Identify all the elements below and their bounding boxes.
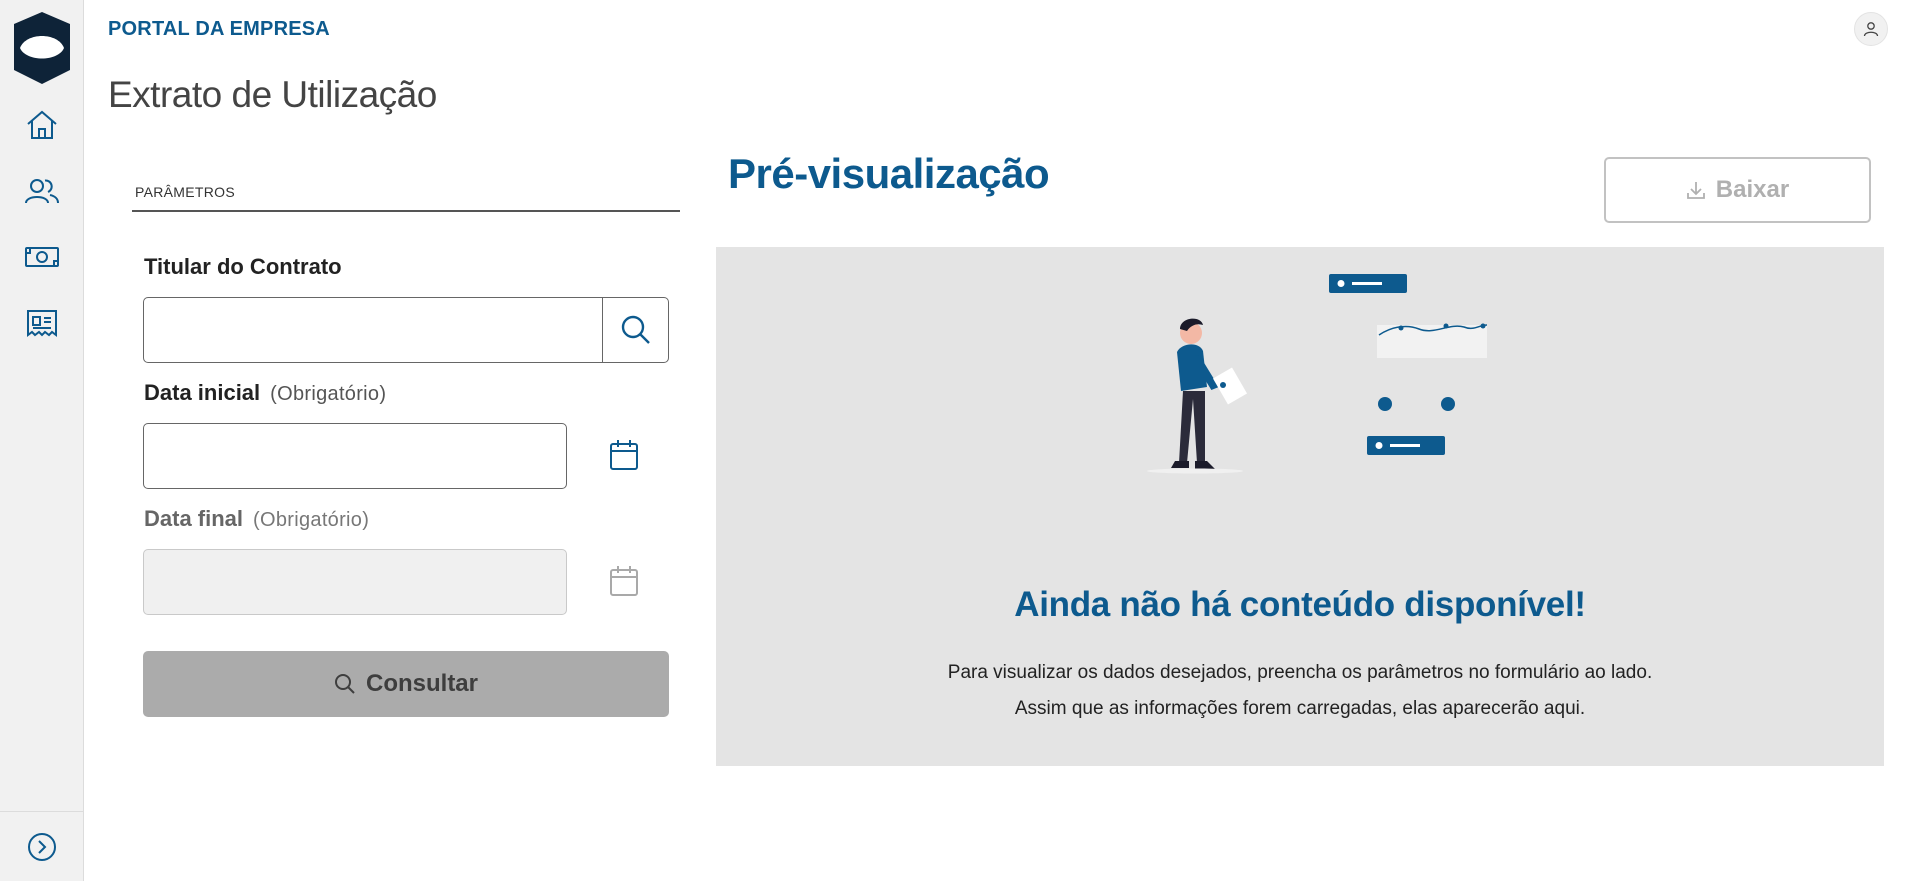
baixar-button-label: Baixar: [1715, 176, 1790, 203]
sidebar-item-home[interactable]: [20, 103, 64, 147]
user-menu-button[interactable]: [1854, 12, 1888, 46]
chevron-right-circle-icon[interactable]: [27, 832, 57, 862]
data-final-label-text: Data final: [144, 506, 244, 531]
params-section-label: PARÂMETROS: [135, 184, 235, 200]
user-icon: [1863, 22, 1879, 37]
page-title: Extrato de Utilização: [108, 74, 437, 115]
sidebar-footer: [0, 811, 84, 881]
download-icon: [1686, 182, 1705, 199]
titular-search-group: [143, 297, 669, 363]
data-final-label: Data final (Obrigatório): [144, 506, 369, 532]
titular-label-text: Titular do Contrato: [144, 254, 342, 279]
titular-label: Titular do Contrato: [144, 254, 342, 280]
money-icon: [25, 247, 59, 267]
users-icon: [25, 179, 59, 204]
empty-state-title: Ainda não há conteúdo disponível!: [1014, 585, 1586, 624]
data-final-required: (Obrigatório): [253, 509, 370, 531]
baixar-button[interactable]: Baixar: [1604, 157, 1871, 223]
consultar-button[interactable]: Consultar: [143, 651, 669, 717]
home-icon: [27, 110, 57, 139]
data-inicial-input[interactable]: [143, 423, 567, 489]
sidebar-item-financial[interactable]: [20, 235, 64, 279]
search-icon: [334, 674, 355, 694]
sidebar: [0, 0, 84, 881]
logo[interactable]: [12, 12, 72, 84]
brand-title: PORTAL DA EMPRESA: [108, 18, 330, 40]
data-inicial-calendar-button[interactable]: [604, 435, 644, 475]
search-icon: [621, 315, 650, 344]
data-inicial-required: (Obrigatório): [270, 383, 387, 405]
params-divider: [132, 210, 680, 212]
data-final-calendar-button[interactable]: [604, 561, 644, 601]
titular-input[interactable]: [144, 298, 602, 362]
consultar-button-label: Consultar: [365, 670, 478, 697]
titular-search-button[interactable]: [602, 298, 668, 362]
sidebar-item-statement[interactable]: [20, 301, 64, 345]
preview-panel: Ainda não há conteúdo disponível! Para v…: [716, 247, 1884, 766]
statement-icon: [27, 310, 57, 337]
sidebar-item-users[interactable]: [20, 169, 64, 213]
data-inicial-label: Data inicial (Obrigatório): [144, 380, 386, 406]
data-inicial-label-text: Data inicial: [144, 380, 261, 405]
empty-state-text: Para visualizar os dados desejados, pree…: [947, 662, 1653, 719]
preview-title: Pré-visualização: [728, 150, 1050, 197]
calendar-icon: [610, 566, 638, 596]
data-final-input[interactable]: [143, 549, 567, 615]
calendar-icon: [610, 440, 638, 470]
empty-state-illustration: [1147, 274, 1488, 474]
